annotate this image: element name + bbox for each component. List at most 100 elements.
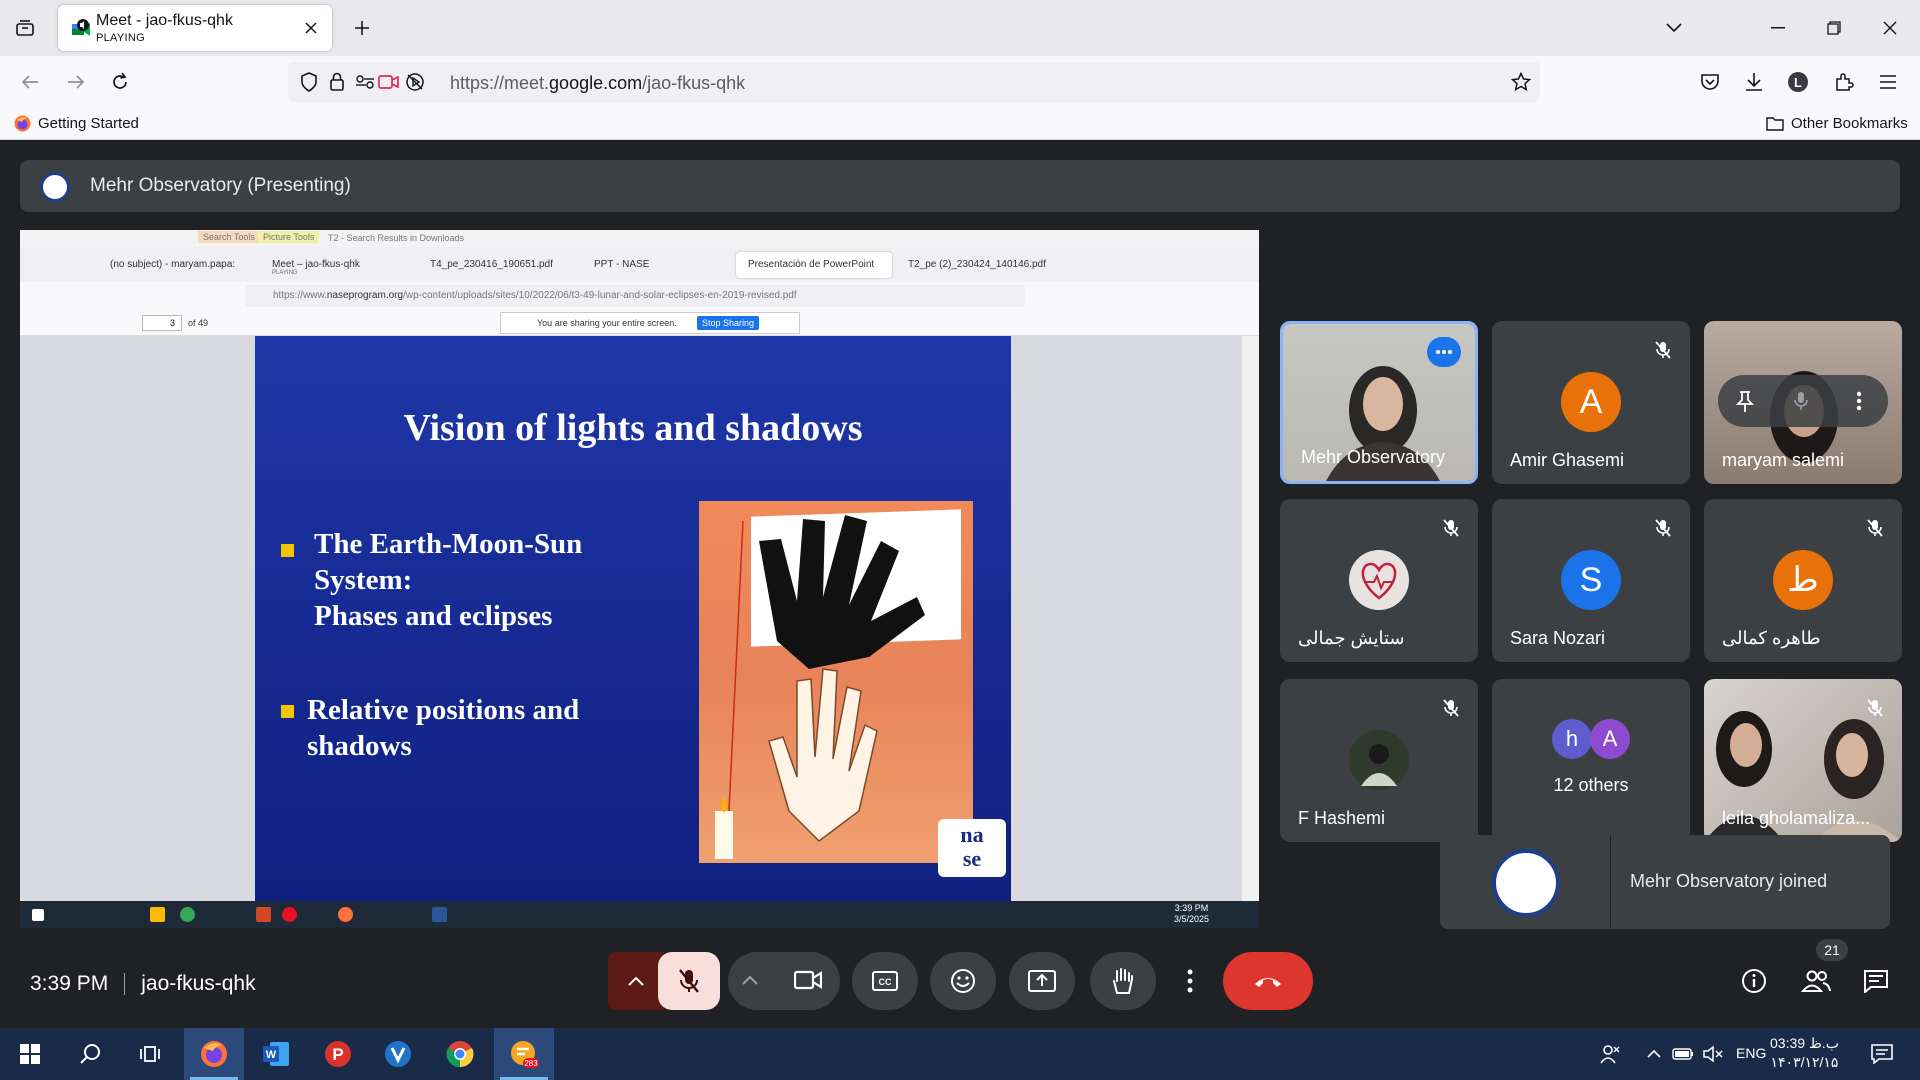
pdf-page-count: of 49 (188, 318, 209, 328)
bookmark-star-icon[interactable] (1510, 72, 1532, 92)
picture-tools-label: Picture Tools (258, 231, 320, 243)
participant-name: ستایش جمالی (1298, 628, 1405, 648)
meeting-info: 3:39 PM jao-fkus-qhk (30, 972, 256, 996)
bullet-square-icon (281, 544, 294, 557)
sharing-notice: You are sharing your entire screen. Stop… (500, 312, 800, 334)
windows-taskbar: W P 283 ENG 03:39 ب.ظ ۱۴۰۳/۱۲/۱۵ (0, 1028, 1920, 1080)
extensions-icon[interactable] (1828, 66, 1860, 98)
new-tab-icon[interactable] (348, 14, 376, 42)
participant-tile-tahereh-kamali[interactable]: ط طاهره کمالی (1704, 499, 1902, 662)
more-options-button[interactable] (1168, 952, 1212, 1010)
observatory-logo-icon (1492, 849, 1560, 917)
participant-tile-sara-nozari[interactable]: S Sara Nozari (1492, 499, 1690, 662)
participant-tile-mehr-observatory[interactable]: Mehr Observatory (1280, 321, 1478, 484)
pocket-icon[interactable] (1694, 66, 1726, 98)
tile-hover-controls (1718, 375, 1888, 427)
taskbar-pdf-app-icon[interactable]: P (308, 1028, 368, 1080)
permissions-icon[interactable] (354, 72, 376, 92)
account-avatar-icon[interactable]: L (1782, 66, 1814, 98)
restore-window-icon[interactable] (1814, 10, 1854, 46)
browser-tab-meet[interactable]: Meet - jao-fkus-qhk PLAYING (58, 5, 332, 51)
emoji-reaction-button[interactable] (930, 952, 996, 1010)
windows-start-icon[interactable] (0, 1028, 60, 1080)
close-window-icon[interactable] (1870, 10, 1910, 46)
meet-stage: Mehr Observatory (Presenting) Search Too… (0, 141, 1920, 1028)
shared-screen[interactable]: Search Tools Picture Tools T2 - Search R… (20, 230, 1259, 928)
notification-center-icon[interactable] (1860, 1028, 1904, 1080)
svg-text:283: 283 (524, 1059, 538, 1068)
meeting-details-icon[interactable] (1734, 961, 1774, 1001)
search-icon[interactable] (60, 1028, 120, 1080)
closed-captions-icon: CC (872, 971, 898, 991)
start-icon (32, 909, 44, 921)
slide-bullet-2: Relative positions and shadows (307, 694, 580, 762)
bookmark-other-bookmarks[interactable]: Other Bookmarks (1766, 115, 1908, 132)
taskbar-firefox-icon[interactable] (184, 1028, 244, 1080)
bookmarks-bar: Getting Started Other Bookmarks (0, 108, 1920, 140)
powerpoint-icon (256, 907, 271, 922)
system-clock[interactable]: 03:39 ب.ظ ۱۴۰۳/۱۲/۱۵ (1770, 1034, 1839, 1072)
raise-hand-button[interactable] (1090, 952, 1156, 1010)
join-notification-text: Mehr Observatory joined (1630, 871, 1828, 891)
url-text[interactable]: https://meet.google.com/jao-fkus-qhk (450, 73, 745, 94)
captions-button[interactable]: CC (852, 952, 918, 1010)
tab-close-icon[interactable] (300, 17, 322, 39)
forward-arrow-icon[interactable] (60, 66, 92, 98)
tab-overflow-chevron-icon[interactable] (1654, 10, 1694, 46)
unmute-microphone-button[interactable] (658, 952, 720, 1010)
back-arrow-icon[interactable] (14, 66, 46, 98)
meet-favicon-icon (70, 19, 90, 37)
taskbar-messenger-app-icon[interactable]: 283 (494, 1028, 554, 1080)
avatar: A (1590, 719, 1630, 759)
present-screen-button[interactable] (1009, 952, 1075, 1010)
participant-count-badge: 21 (1816, 939, 1848, 961)
participant-tile-f-hashemi[interactable]: F Hashemi (1280, 679, 1478, 842)
opera-icon (282, 907, 297, 922)
more-options-icon[interactable] (1427, 337, 1461, 367)
list-all-tabs-icon[interactable] (10, 14, 40, 42)
input-language[interactable]: ENG (1736, 1045, 1766, 1061)
chat-icon[interactable] (1856, 961, 1896, 1001)
shared-tab: T2_pe (2)_230424_140146.pdf (908, 259, 1046, 270)
taskbar-chrome-icon[interactable] (430, 1028, 490, 1080)
people-tray-icon[interactable] (1580, 1028, 1640, 1080)
participant-name: F Hashemi (1298, 808, 1386, 828)
address-bar[interactable]: https://meet.google.com/jao-fkus-qhk (288, 62, 1540, 102)
profile-photo-icon (1361, 744, 1397, 786)
presentation-slide: Vision of lights and shadows The Earth-M… (255, 336, 1011, 901)
meeting-code: jao-fkus-qhk (141, 972, 256, 995)
task-view-icon[interactable] (120, 1028, 180, 1080)
participant-tile-leila[interactable]: leila gholamaliza... (1704, 679, 1902, 842)
volume-muted-icon[interactable] (1696, 1028, 1730, 1080)
people-icon[interactable] (1796, 961, 1836, 1001)
menu-hamburger-icon[interactable] (1872, 66, 1904, 98)
reload-icon[interactable] (104, 66, 136, 98)
audio-options-chevron-icon[interactable] (608, 952, 664, 1010)
muted-mic-icon (1652, 517, 1674, 539)
autoplay-blocked-icon[interactable] (404, 72, 426, 92)
participant-tile-others[interactable]: h A 12 others (1492, 679, 1690, 842)
taskbar-v-app-icon[interactable] (368, 1028, 428, 1080)
video-options-chevron-icon[interactable] (742, 972, 758, 990)
svg-text:L: L (1794, 75, 1802, 90)
camera-sharing-icon[interactable] (378, 72, 400, 92)
firefox-icon (14, 115, 31, 132)
participant-tile-maryam-salemi[interactable]: maryam salemi (1704, 321, 1902, 484)
shared-browser-tabs: (no subject) - maryam.papa: Meet – jao-f… (20, 247, 1259, 282)
microphone-controls (608, 952, 720, 1010)
bookmark-getting-started[interactable]: Getting Started (14, 115, 139, 132)
participant-tile-setayesh-jamali[interactable]: ستایش جمالی (1280, 499, 1478, 662)
pdf-toolbar: 3 of 49 You are sharing your entire scre… (20, 310, 1259, 336)
camera-toggle-icon[interactable] (793, 970, 823, 995)
avatar (1349, 550, 1409, 610)
minimize-window-icon[interactable] (1758, 10, 1798, 46)
taskbar-word-icon[interactable]: W (246, 1028, 306, 1080)
participant-tile-amir-ghasemi[interactable]: A Amir Ghasemi (1492, 321, 1690, 484)
avatar: A (1561, 372, 1621, 432)
leave-call-button[interactable] (1223, 952, 1313, 1010)
downloads-icon[interactable] (1738, 66, 1770, 98)
tracking-protection-shield-icon[interactable] (298, 72, 320, 92)
lock-icon[interactable] (326, 72, 348, 92)
battery-icon[interactable] (1666, 1028, 1700, 1080)
avatar: h (1552, 719, 1592, 759)
